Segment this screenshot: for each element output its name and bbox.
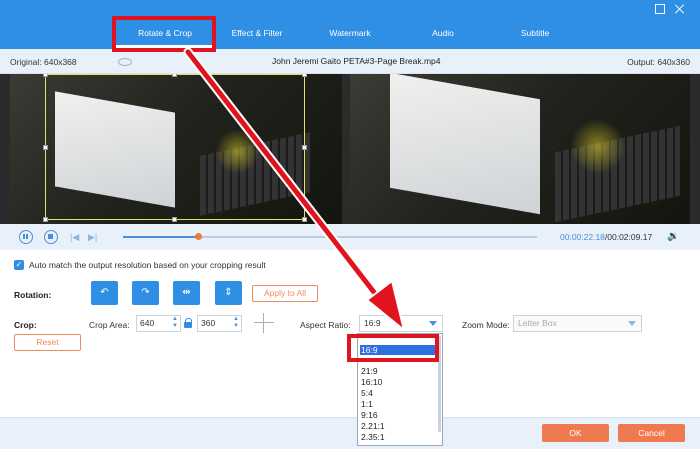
crop-frame[interactable] [43,74,307,222]
volume-icon[interactable]: 🔉 [667,231,679,242]
flip-vertical-button[interactable]: ⇕ [215,281,242,305]
apply-to-all-button[interactable]: Apply to All [252,285,318,302]
reset-button[interactable]: Reset [14,334,81,351]
flip-horizontal-button[interactable]: ⇹ [173,281,200,305]
video-preview-area [0,74,700,224]
pause-button[interactable] [19,230,33,244]
crop-handle-bottom-right[interactable] [302,217,307,222]
previous-frame-icon[interactable]: |◀ [70,232,79,243]
chevron-down-icon [628,321,636,326]
chevron-down-icon [429,321,437,326]
flip-horizontal-icon: ⇹ [182,287,191,298]
crop-handle-top-right[interactable] [302,74,307,77]
rotate-right-button[interactable]: ↷ [132,281,159,305]
original-resolution: Original: 640x368 [10,57,77,67]
annotation-highlight-tab [112,16,216,52]
total-time: /00:02:09.17 [604,232,653,242]
progress-fill [123,236,198,238]
zoom-mode-value: Letter Box [518,318,557,328]
annotation-highlight-option [347,334,439,362]
tab-audio[interactable]: Audio [432,28,454,38]
crop-handle-left[interactable] [43,145,48,150]
tab-watermark[interactable]: Watermark [329,28,370,38]
auto-match-label: Auto match the output resolution based o… [29,260,266,270]
progress-slider[interactable] [123,233,537,240]
dropdown-option[interactable]: 2.21:1 [360,421,436,431]
ok-button[interactable]: OK [542,424,609,442]
dropdown-option[interactable]: 21:9 [360,366,436,376]
crop-handle-right[interactable] [302,145,307,150]
rotation-label: Rotation: [14,290,52,300]
dialog-footer: OK Cancel [0,417,700,449]
tab-effect-filter[interactable]: Effect & Filter [232,28,283,38]
crop-handle-top-left[interactable] [43,74,48,77]
zoom-mode-select[interactable]: Letter Box [513,315,642,332]
aspect-ratio-value: 16:9 [364,318,381,328]
next-frame-icon[interactable]: ▶| [88,232,97,243]
auto-match-checkbox[interactable]: ✓ [14,260,24,270]
dropdown-option[interactable]: 1:1 [360,399,436,409]
dropdown-option[interactable]: 9:16 [360,410,436,420]
close-button[interactable] [675,4,685,14]
tab-bar: Rotate & Crop Effect & Filter Watermark … [0,0,700,49]
crop-height-stepper[interactable]: ▲ ▼ [233,316,239,330]
output-resolution: Output: 640x360 [627,57,690,67]
crop-label: Crop: [14,320,37,330]
rotate-right-icon: ↷ [141,287,150,298]
center-crop-icon[interactable] [254,313,274,333]
current-time: 00:00:22.18 [560,232,605,242]
original-preview[interactable] [10,74,342,224]
crop-area-label: Crop Area: [89,320,130,330]
time-display: 00:00:22.18/00:02:09.17 [560,232,652,242]
video-info-bar: Original: 640x368 John Jeremi Gaito PETA… [0,49,700,74]
aspect-ratio-label: Aspect Ratio: [300,320,351,330]
flip-vertical-icon: ⇕ [224,287,233,298]
file-name: John Jeremi Gaito PETA#3-Page Break.mp4 [272,56,441,66]
cancel-button[interactable]: Cancel [618,424,685,442]
rotate-left-icon: ↶ [100,287,109,298]
aspect-ratio-select[interactable]: 16:9 [359,315,443,332]
crop-handle-top[interactable] [172,74,177,77]
stop-button[interactable] [44,230,58,244]
eye-icon[interactable] [118,58,132,66]
video-frame-output [350,74,690,224]
zoom-mode-label: Zoom Mode: [462,320,510,330]
dropdown-option[interactable]: 2.35:1 [360,432,436,442]
output-preview [350,74,690,224]
dropdown-option[interactable]: 5:4 [360,388,436,398]
progress-handle[interactable] [194,233,202,240]
rotate-left-button[interactable]: ↶ [91,281,118,305]
crop-handle-bottom[interactable] [172,217,177,222]
maximize-button[interactable] [655,4,665,14]
lock-icon[interactable] [184,318,192,328]
playback-bar: |◀ ▶| 00:00:22.18/00:02:09.17 🔉 [0,224,700,250]
dropdown-option[interactable]: 16:10 [360,377,436,387]
crop-handle-bottom-left[interactable] [43,217,48,222]
crop-width-stepper[interactable]: ▲ ▼ [172,316,178,330]
tab-subtitle[interactable]: Subtitle [521,28,549,38]
